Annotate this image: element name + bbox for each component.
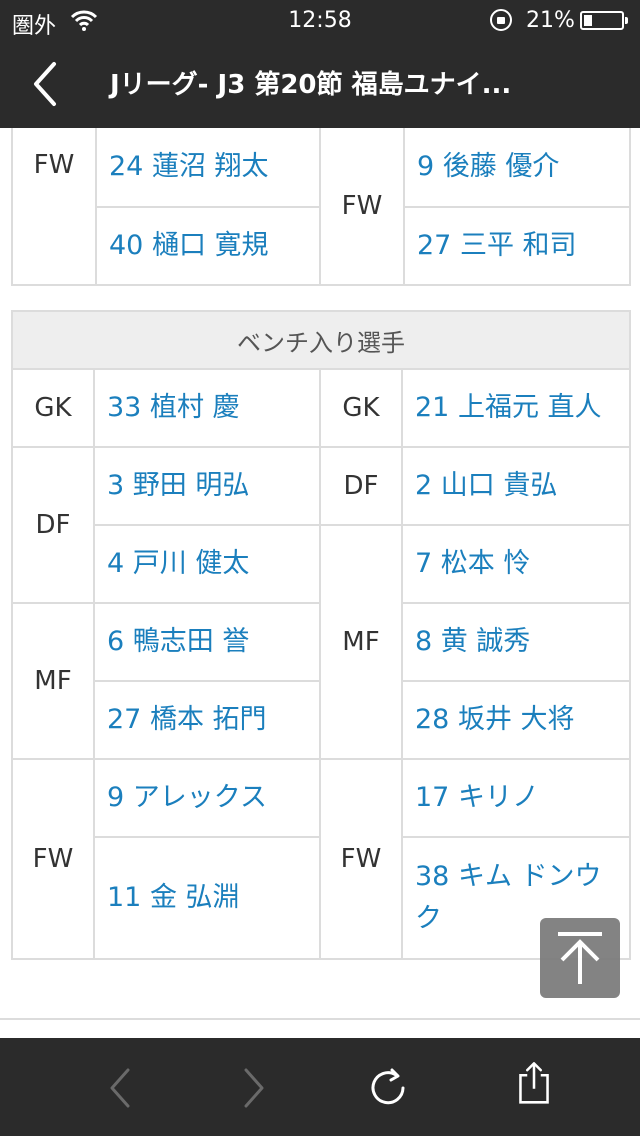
player-link[interactable]: 33 植村 慶: [93, 368, 321, 448]
lineup-content: FW 24 蓮沼 翔太 FW 9 後藤 優介 40 樋口 寛規 27 三平 和司…: [0, 128, 640, 1038]
battery-icon: [580, 11, 628, 30]
player-link[interactable]: 4 戸川 健太: [93, 524, 321, 604]
player-link[interactable]: 27 橋本 拓門: [93, 680, 321, 760]
home-position-fw: FW: [11, 128, 97, 286]
away-position-gk: GK: [319, 368, 403, 448]
home-position-mf: MF: [11, 602, 95, 760]
player-link[interactable]: 2 山口 貴弘: [401, 446, 631, 526]
browser-toolbar: [0, 1038, 640, 1136]
page-title: Jリーグ- J3 第20節 福島ユナイ...: [110, 70, 512, 100]
player-link[interactable]: 9 アレックス: [93, 758, 321, 838]
scroll-top-button[interactable]: [540, 918, 620, 998]
player-link[interactable]: 21 上福元 直人: [401, 368, 631, 448]
starters-table: FW 24 蓮沼 翔太 FW 9 後藤 優介 40 樋口 寛規 27 三平 和司: [11, 128, 631, 286]
bench-table: ベンチ入り選手 GK 33 植村 慶 GK 21 上福元 直人 DF 3 野田 …: [11, 310, 631, 960]
player-link[interactable]: 9 後藤 優介: [403, 128, 631, 208]
player-link[interactable]: 28 坂井 大将: [401, 680, 631, 760]
home-position-fw: FW: [11, 758, 95, 960]
player-link[interactable]: 7 松本 怜: [401, 524, 631, 604]
back-button[interactable]: [26, 56, 66, 112]
bench-heading: ベンチ入り選手: [11, 310, 631, 370]
reload-button[interactable]: [366, 1066, 410, 1110]
home-position-df: DF: [11, 446, 95, 604]
away-position-fw: FW: [319, 758, 403, 960]
battery-percentage: 21%: [526, 8, 575, 33]
arrow-up-icon: [558, 932, 602, 984]
player-link[interactable]: 27 三平 和司: [403, 206, 631, 286]
away-position-df: DF: [319, 446, 403, 526]
player-link[interactable]: 40 樋口 寛規: [95, 206, 321, 286]
player-link[interactable]: 11 金 弘淵: [93, 836, 321, 960]
player-link[interactable]: 8 黄 誠秀: [401, 602, 631, 682]
player-link[interactable]: 17 キリノ: [401, 758, 631, 838]
player-link[interactable]: 3 野田 明弘: [93, 446, 321, 526]
nav-back-button[interactable]: [100, 1066, 144, 1110]
player-link[interactable]: 24 蓮沼 翔太: [95, 128, 321, 208]
nav-forward-button[interactable]: [230, 1066, 274, 1110]
away-position-fw: FW: [319, 128, 405, 286]
header-bar: Jリーグ- J3 第20節 福島ユナイ...: [0, 40, 640, 128]
rotation-lock-icon: [490, 9, 512, 31]
section-divider: [0, 1018, 640, 1020]
player-link[interactable]: 6 鴨志田 誉: [93, 602, 321, 682]
share-button[interactable]: [512, 1060, 556, 1104]
away-position-mf: MF: [319, 524, 403, 760]
status-bar: 圏外 12:58 21%: [0, 0, 640, 40]
home-position-gk: GK: [11, 368, 95, 448]
